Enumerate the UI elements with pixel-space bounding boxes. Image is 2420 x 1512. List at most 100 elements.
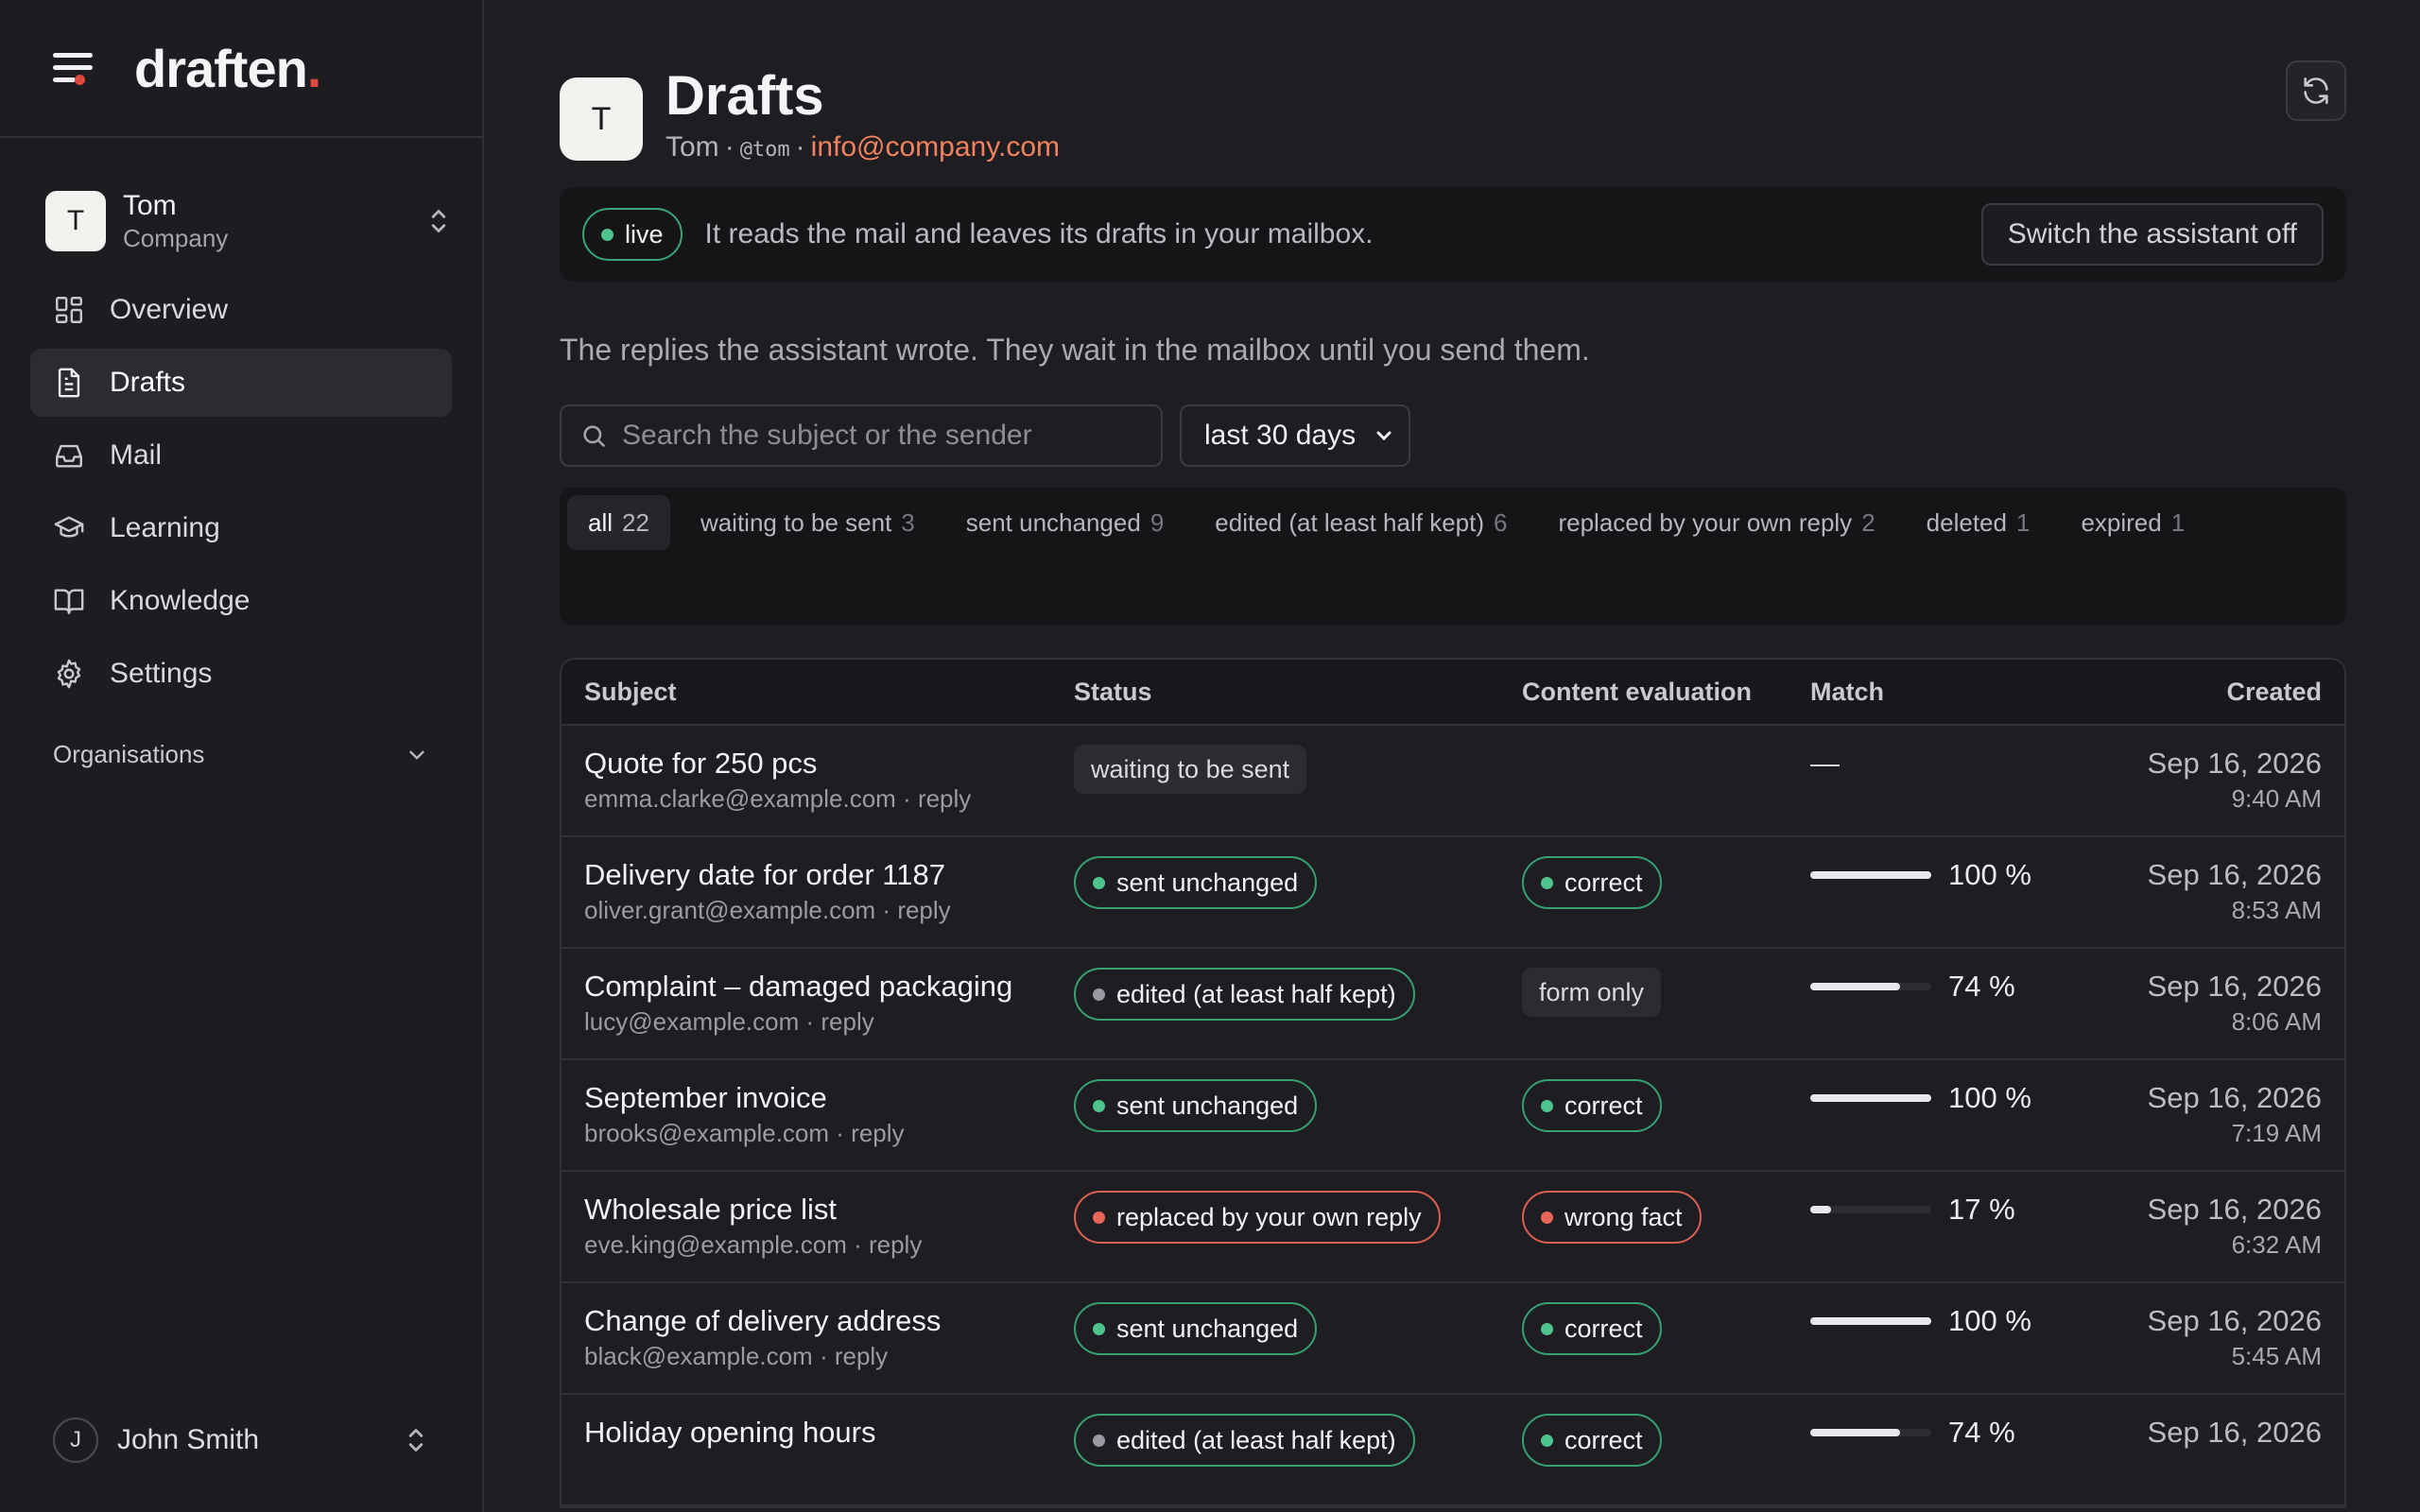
table-row[interactable]: Quote for 250 pcs emma.clarke@example.com… (562, 726, 2344, 837)
status-badge: edited (at least half kept) (1074, 968, 1415, 1021)
evaluation-badge: correct (1522, 1079, 1662, 1132)
match-progress-fill (1810, 1429, 1900, 1436)
table-row[interactable]: Wholesale price list eve.king@example.com… (562, 1172, 2344, 1283)
sender-email: eve.king@example.com (584, 1230, 847, 1259)
table-row[interactable]: Complaint – damaged packaging lucy@exampl… (562, 949, 2344, 1060)
tab-replaced[interactable]: replaced by your own reply 2 (1537, 495, 1895, 550)
sidebar-item-overview[interactable]: Overview (30, 276, 452, 344)
filter-bar: last 30 days (560, 404, 2346, 467)
status-badge: replaced by your own reply (1074, 1191, 1441, 1244)
draft-meta: eve.king@example.com · reply (584, 1230, 923, 1259)
tab-expired[interactable]: expired 1 (2060, 495, 2205, 550)
brand-bar: draften. (0, 0, 482, 138)
search-field[interactable] (560, 404, 1163, 467)
sender-email: lucy@example.com (584, 1007, 800, 1036)
tab-deleted[interactable]: deleted 1 (1906, 495, 2051, 550)
date-range-select[interactable]: last 30 days (1180, 404, 1410, 467)
book-icon (54, 589, 84, 614)
sidebar-item-label: Drafts (110, 367, 186, 398)
separator: · (724, 131, 735, 163)
sidebar-item-knowledge[interactable]: Knowledge (30, 567, 452, 635)
organisations-toggle[interactable]: Organisations (53, 740, 429, 769)
status-dot (1093, 1322, 1105, 1335)
draft-meta: oliver.grant@example.com · reply (584, 896, 951, 924)
tab-edited[interactable]: edited (at least half kept) 6 (1194, 495, 1528, 550)
status-filter-tabs: all 22 waiting to be sent 3 sent unchanged… (560, 488, 2346, 626)
created-date: Sep 16, 2026 (2147, 747, 2322, 780)
column-header-status[interactable]: Status (1074, 678, 1522, 707)
evaluation-dot (1541, 1322, 1553, 1335)
chevrons-up-down-icon (431, 210, 446, 232)
match-value: 17 % (1948, 1193, 2015, 1226)
draft-kind: reply (821, 1007, 874, 1036)
draft-subject[interactable]: Quote for 250 pcs (584, 745, 1074, 782)
table-header: Subject Status Content evaluation Match … (562, 660, 2344, 726)
sender-email: brooks@example.com (584, 1119, 830, 1147)
draft-kind: reply (917, 784, 972, 813)
separator: · (795, 131, 805, 163)
draft-kind: reply (834, 1342, 889, 1370)
tab-sent-unchanged[interactable]: sent unchanged 9 (945, 495, 1185, 550)
evaluation-badge: correct (1522, 1302, 1662, 1355)
main-content: T Drafts Tom · @tom · info@company.com l… (484, 0, 2420, 1512)
status-badge: live (582, 208, 683, 261)
status-badge: sent unchanged (1074, 856, 1318, 909)
column-header-created[interactable]: Created (2056, 678, 2344, 707)
status-badge: waiting to be sent (1074, 745, 1307, 794)
column-header-match[interactable]: Match (1810, 678, 2056, 707)
table-row[interactable]: Delivery date for order 1187 oliver.grant… (562, 837, 2344, 949)
match-progress-fill (1810, 983, 1900, 990)
draft-subject[interactable]: Complaint – damaged packaging (584, 968, 1074, 1005)
draft-meta: black@example.com · reply (584, 1342, 889, 1370)
draft-subject[interactable]: Delivery date for order 1187 (584, 856, 1074, 894)
sidebar-item-drafts[interactable]: Drafts (30, 349, 452, 417)
menu-icon[interactable] (53, 51, 96, 85)
column-header-subject[interactable]: Subject (562, 678, 1074, 707)
column-header-evaluation[interactable]: Content evaluation (1522, 678, 1810, 707)
org-avatar: T (45, 191, 106, 251)
sidebar-item-mail[interactable]: Mail (30, 421, 452, 490)
sidebar-item-learning[interactable]: Learning (30, 494, 452, 562)
status-badge: sent unchanged (1074, 1079, 1318, 1132)
match-value: 74 % (1948, 1416, 2015, 1449)
logo: draften. (134, 38, 321, 98)
created-time: 7:19 AM (2231, 1119, 2322, 1147)
org-subtitle: Company (123, 224, 229, 252)
switch-assistant-off-button[interactable]: Switch the assistant off (1980, 203, 2324, 266)
tab-all[interactable]: all 22 (567, 495, 670, 550)
app-shell: draften. T Tom Company Overview Drafts M… (0, 0, 2420, 1512)
created-time: 9:40 AM (2231, 784, 2322, 813)
avatar: T (560, 77, 643, 161)
draft-subject[interactable]: Change of delivery address (584, 1302, 1074, 1340)
evaluation-badge: wrong fact (1522, 1191, 1702, 1244)
page-subtitle: Tom · @tom · info@company.com (666, 129, 1060, 169)
match-progress-bar (1810, 1206, 1931, 1213)
table-row[interactable]: Holiday opening hours edited (at least ha… (562, 1395, 2344, 1506)
draft-subject[interactable]: September invoice (584, 1079, 1074, 1117)
sender-email: emma.clarke@example.com (584, 784, 896, 813)
table-row[interactable]: Change of delivery address black@example.… (562, 1283, 2344, 1395)
sender-email: oliver.grant@example.com (584, 896, 876, 924)
refresh-button[interactable] (2286, 60, 2346, 121)
account-handle: @tom (739, 138, 790, 162)
draft-subject[interactable]: Wholesale price list (584, 1191, 1074, 1228)
created-time: 8:53 AM (2231, 896, 2322, 924)
status-dot (1093, 1211, 1105, 1224)
evaluation-dot (1541, 1099, 1553, 1112)
user-switcher[interactable]: J John Smith (53, 1416, 429, 1465)
org-switcher[interactable]: T Tom Company (45, 190, 452, 252)
page-title: Drafts (666, 65, 824, 127)
sidebar-item-settings[interactable]: Settings (30, 640, 452, 708)
search-input[interactable] (622, 420, 1151, 452)
status-dot (1093, 1434, 1105, 1447)
avatar: J (53, 1418, 98, 1463)
table-row[interactable]: September invoice brooks@example.com · re… (562, 1060, 2344, 1172)
grid-icon (56, 297, 82, 323)
draft-subject[interactable]: Holiday opening hours (584, 1414, 1074, 1452)
date-range-value: last 30 days (1204, 420, 1357, 451)
sidebar: draften. T Tom Company Overview Drafts M… (0, 0, 484, 1512)
drafts-table: Subject Status Content evaluation Match … (560, 658, 2346, 1508)
account-email-link[interactable]: info@company.com (811, 129, 1060, 166)
tab-waiting-to-be-sent[interactable]: waiting to be sent 3 (680, 495, 936, 550)
user-name: John Smith (117, 1424, 260, 1455)
